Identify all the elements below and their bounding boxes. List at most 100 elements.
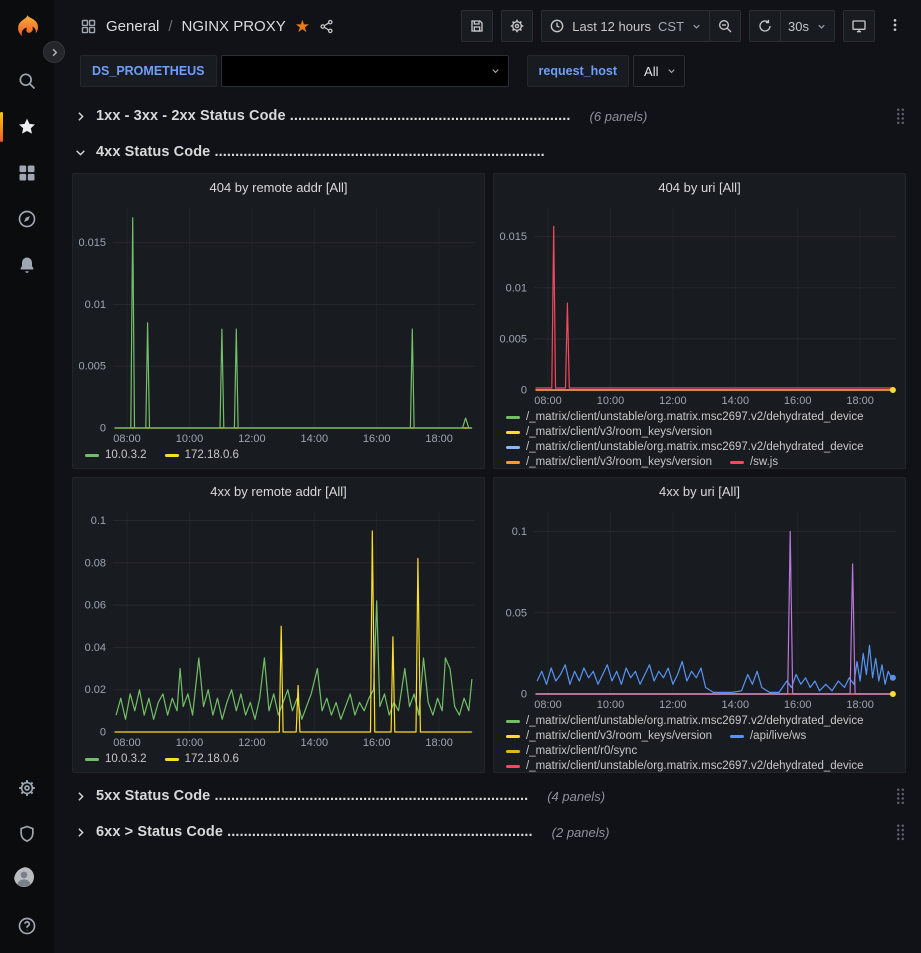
- legend-item[interactable]: /_matrix/client/unstable/org.matrix.msc2…: [506, 411, 864, 423]
- chevron-down-icon: [691, 21, 702, 32]
- row-toggle[interactable]: 4xx Status Code ........................…: [72, 144, 547, 160]
- series-color-swatch: [506, 735, 520, 738]
- time-controls-group: Last 12 hours CST: [541, 10, 741, 42]
- chevron-right-icon: [74, 110, 87, 123]
- row-drag-handle[interactable]: [896, 108, 905, 125]
- row-panel-count: (4 panels): [547, 789, 605, 804]
- row-panel-count: (6 panels): [590, 109, 648, 124]
- legend-label: /_matrix/client/v3/room_keys/version: [526, 426, 712, 438]
- panel-404-by-remote-addr: 404 by remote addr [All] 08:0010:0012:00…: [72, 173, 485, 469]
- row-toggle[interactable]: 1xx - 3xx - 2xx Status Code ............…: [72, 108, 649, 124]
- breadcrumb: General / NGINX PROXY ★: [80, 18, 334, 35]
- svg-text:0.05: 0.05: [506, 607, 527, 619]
- legend-item[interactable]: /_matrix/client/r0/sync: [506, 745, 637, 757]
- timeseries-chart[interactable]: 08:0010:0012:0014:0016:0018:0000.0050.01…: [494, 201, 905, 409]
- dashboard-settings-button[interactable]: [501, 10, 533, 42]
- legend-item[interactable]: /_matrix/client/v3/room_keys/version: [506, 730, 712, 742]
- legend-item[interactable]: 172.18.0.6: [165, 753, 239, 765]
- dashboards-grid-icon: [17, 163, 37, 183]
- svg-text:0.015: 0.015: [78, 237, 106, 249]
- sidebar-item-starred[interactable]: [0, 104, 54, 150]
- panel-title[interactable]: 4xx by remote addr [All]: [73, 478, 484, 505]
- avatar: [14, 867, 40, 893]
- sidebar-expand-button[interactable]: [43, 41, 65, 63]
- svg-text:0.1: 0.1: [512, 526, 527, 538]
- svg-text:18:00: 18:00: [846, 699, 874, 711]
- zoom-out-time-button[interactable]: [709, 10, 741, 42]
- user-avatar[interactable]: [0, 857, 54, 903]
- legend-label: 10.0.3.2: [105, 753, 147, 765]
- favorite-star-icon[interactable]: ★: [295, 18, 310, 35]
- legend-item[interactable]: /api/live/ws: [730, 730, 806, 742]
- sidebar-item-explore[interactable]: [0, 196, 54, 242]
- legend-item[interactable]: /_matrix/client/unstable/org.matrix.msc2…: [506, 715, 864, 727]
- row-drag-handle[interactable]: [896, 788, 905, 805]
- svg-text:10:00: 10:00: [176, 433, 204, 445]
- row-toggle[interactable]: 6xx > Status Code ......................…: [72, 824, 611, 840]
- sidebar: [0, 0, 54, 953]
- refresh-icon: [757, 18, 773, 34]
- request-host-select[interactable]: All: [633, 55, 685, 87]
- legend: 10.0.3.2 172.18.0.6: [73, 447, 484, 468]
- panel-title[interactable]: 404 by uri [All]: [494, 174, 905, 201]
- svg-text:0: 0: [100, 727, 106, 739]
- sidebar-item-help[interactable]: [0, 903, 54, 949]
- more-options-button[interactable]: [883, 10, 907, 42]
- legend-label: /_matrix/client/v3/room_keys/version: [526, 456, 712, 468]
- svg-text:08:00: 08:00: [534, 699, 562, 711]
- legend-label: /_matrix/client/unstable/org.matrix.msc2…: [526, 411, 864, 423]
- chevron-down-icon: [490, 66, 501, 77]
- series-color-swatch: [85, 454, 99, 457]
- legend-item[interactable]: 10.0.3.2: [85, 449, 147, 461]
- datasource-variable-label[interactable]: DS_PROMETHEUS: [80, 55, 217, 87]
- svg-text:0: 0: [521, 385, 527, 397]
- svg-text:14:00: 14:00: [301, 737, 329, 749]
- legend-label: /_matrix/client/unstable/org.matrix.msc2…: [526, 715, 864, 727]
- datasource-select[interactable]: [221, 55, 509, 87]
- share-icon[interactable]: [319, 19, 334, 34]
- legend: /_matrix/client/unstable/org.matrix.msc2…: [494, 713, 905, 772]
- svg-text:12:00: 12:00: [238, 433, 266, 445]
- legend-item[interactable]: /_matrix/client/v3/room_keys/version: [506, 426, 712, 438]
- clock-icon: [549, 18, 565, 34]
- legend-label: /_matrix/client/r0/sync: [526, 745, 637, 757]
- timeseries-chart[interactable]: 08:0010:0012:0014:0016:0018:0000.050.1: [494, 505, 905, 713]
- row-toggle[interactable]: 5xx Status Code ........................…: [72, 788, 607, 804]
- svg-text:10:00: 10:00: [176, 737, 204, 749]
- sidebar-item-server-admin[interactable]: [0, 811, 54, 857]
- navbar-actions: Last 12 hours CST: [461, 10, 907, 42]
- legend-item[interactable]: /_matrix/client/unstable/org.matrix.msc2…: [506, 760, 864, 772]
- breadcrumb-folder[interactable]: General: [106, 18, 159, 35]
- panel-title[interactable]: 4xx by uri [All]: [494, 478, 905, 505]
- series-color-swatch: [506, 720, 520, 723]
- gear-icon: [17, 778, 37, 798]
- timeseries-chart[interactable]: 08:0010:0012:0014:0016:0018:0000.020.040…: [73, 505, 484, 751]
- row-drag-handle[interactable]: [896, 824, 905, 841]
- timeseries-chart[interactable]: 08:0010:0012:0014:0016:0018:0000.0050.01…: [73, 201, 484, 447]
- series-color-swatch: [506, 416, 520, 419]
- dashboard-title[interactable]: NGINX PROXY: [182, 18, 286, 35]
- sidebar-item-alerting[interactable]: [0, 242, 54, 288]
- request-host-variable-label[interactable]: request_host: [527, 55, 630, 87]
- legend-item[interactable]: /sw.js: [730, 456, 778, 468]
- sidebar-item-dashboards[interactable]: [0, 150, 54, 196]
- legend-item[interactable]: 10.0.3.2: [85, 753, 147, 765]
- compass-icon: [17, 209, 37, 229]
- panel-title[interactable]: 404 by remote addr [All]: [73, 174, 484, 201]
- legend-item[interactable]: /_matrix/client/unstable/org.matrix.msc2…: [506, 441, 864, 453]
- tv-mode-button[interactable]: [843, 10, 875, 42]
- series-color-swatch: [506, 461, 520, 464]
- refresh-button[interactable]: [749, 10, 781, 42]
- legend-item[interactable]: /_matrix/client/v3/room_keys/version: [506, 456, 712, 468]
- svg-text:0.08: 0.08: [85, 557, 106, 569]
- legend-item[interactable]: 172.18.0.6: [165, 449, 239, 461]
- save-dashboard-button[interactable]: [461, 10, 493, 42]
- time-range-picker[interactable]: Last 12 hours CST: [541, 10, 710, 42]
- svg-text:12:00: 12:00: [659, 395, 687, 407]
- sidebar-item-search[interactable]: [0, 58, 54, 104]
- refresh-interval-picker[interactable]: 30s: [780, 10, 835, 42]
- series-color-swatch: [85, 758, 99, 761]
- chevron-right-icon: [74, 826, 87, 839]
- sidebar-item-configuration[interactable]: [0, 765, 54, 811]
- save-icon: [469, 18, 485, 34]
